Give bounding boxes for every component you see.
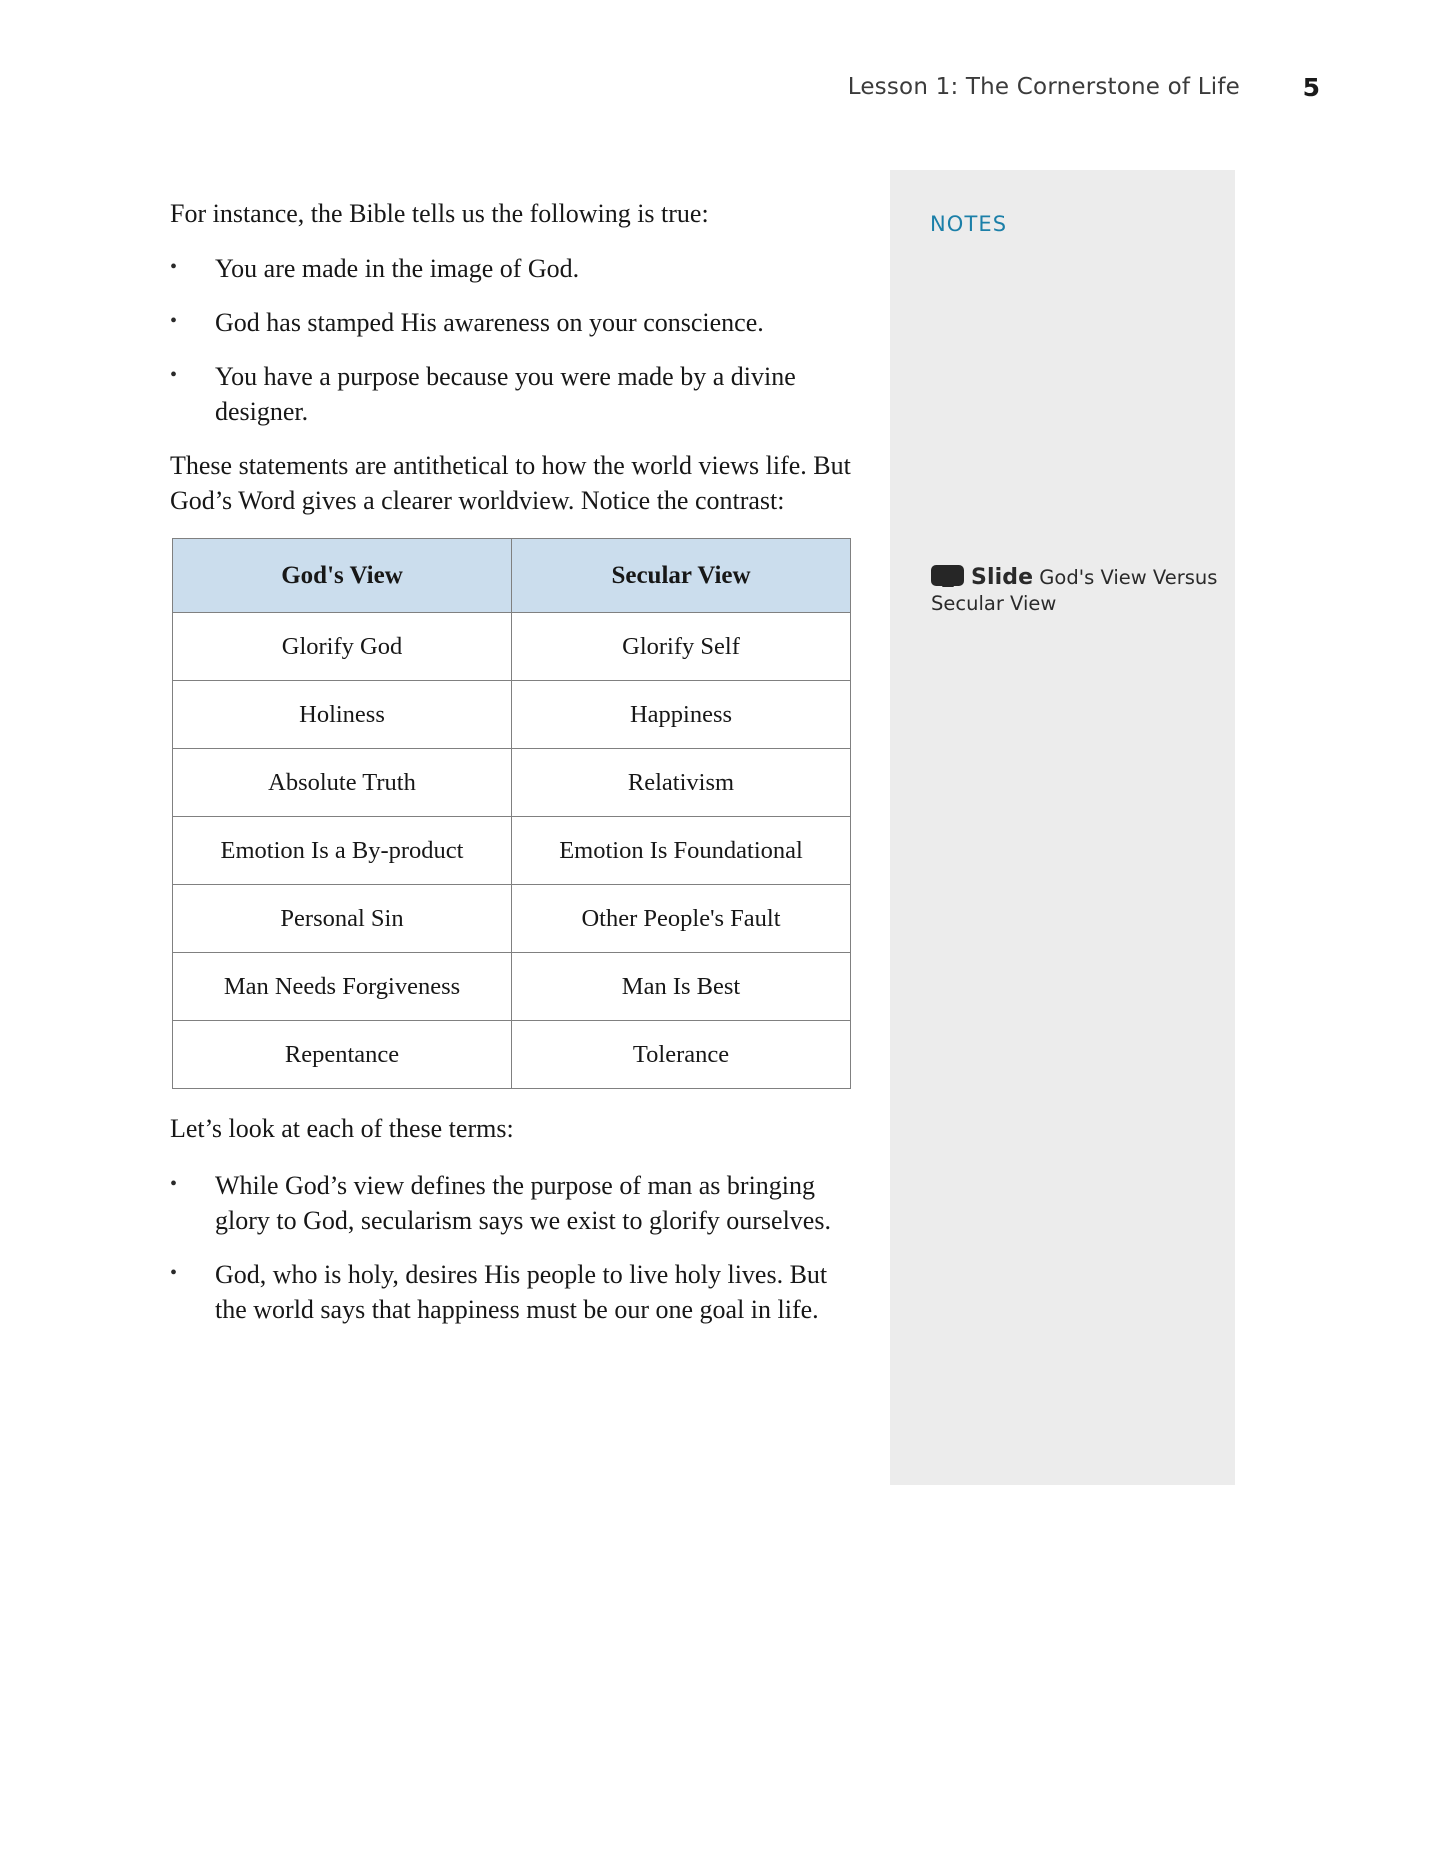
cell-gods-view: Absolute Truth <box>172 748 512 817</box>
page-header: Lesson 1: The Cornerstone of Life 5 <box>0 73 1450 114</box>
cell-gods-view: Man Needs Forgiveness <box>172 952 512 1021</box>
cell-gods-view: Holiness <box>172 680 512 749</box>
contrast-paragraph: These statements are antithetical to how… <box>170 451 851 515</box>
list-item: • While God’s view defines the purpose o… <box>170 1168 860 1238</box>
notes-sidebar: NOTES Slide God's View Versus Secular Vi… <box>890 170 1235 1485</box>
cell-gods-view: Glorify God <box>172 612 512 681</box>
cell-secular-view: Tolerance <box>511 1020 851 1089</box>
cell-secular-view: Other People's Fault <box>511 884 851 953</box>
bullet-glyph: • <box>170 310 178 332</box>
list-item-text: You are made in the image of God. <box>215 254 580 283</box>
cell-secular-view: Happiness <box>511 680 851 749</box>
table-header-row: God's View Secular View <box>172 538 851 613</box>
intro-paragraph: For instance, the Bible tells us the fol… <box>170 199 709 228</box>
worldview-comparison-table: God's View Secular View Glorify God Glor… <box>172 538 851 1089</box>
column-header-gods-view: God's View <box>172 538 512 613</box>
table-row: Emotion Is a By-product Emotion Is Found… <box>172 816 851 885</box>
page-number: 5 <box>1302 73 1320 102</box>
cell-secular-view: Relativism <box>511 748 851 817</box>
list-item-text: You have a purpose because you were made… <box>215 362 796 426</box>
column-header-secular-view: Secular View <box>511 538 851 613</box>
page-title: Lesson 1: The Cornerstone of Life <box>847 74 1240 100</box>
slide-projector-icon <box>931 565 964 589</box>
list-item: • God, who is holy, desires His people t… <box>170 1257 860 1327</box>
cell-secular-view: Emotion Is Foundational <box>511 816 851 885</box>
cell-gods-view: Emotion Is a By-product <box>172 816 512 885</box>
main-content: For instance, the Bible tells us the fol… <box>170 196 860 1346</box>
table-row: Repentance Tolerance <box>172 1020 851 1089</box>
cell-gods-view: Repentance <box>172 1020 512 1089</box>
list-item: • God has stamped His awareness on your … <box>170 305 860 340</box>
table-row: Man Needs Forgiveness Man Is Best <box>172 952 851 1021</box>
list-item: • You are made in the image of God. <box>170 251 860 286</box>
table-row: Holiness Happiness <box>172 680 851 749</box>
closing-bullet-list: • While God’s view defines the purpose o… <box>170 1168 860 1327</box>
cell-secular-view: Glorify Self <box>511 612 851 681</box>
cell-secular-view: Man Is Best <box>511 952 851 1021</box>
bullet-glyph: • <box>170 256 178 278</box>
list-item-text: God has stamped His awareness on your co… <box>215 308 764 337</box>
table-row: Personal Sin Other People's Fault <box>172 884 851 953</box>
table-header: God's View Secular View <box>172 538 851 613</box>
bullet-glyph: • <box>170 1173 178 1195</box>
bullet-glyph: • <box>170 364 178 386</box>
cell-gods-view: Personal Sin <box>172 884 512 953</box>
list-item-text: While God’s view defines the purpose of … <box>215 1171 831 1235</box>
list-item-text: God, who is holy, desires His people to … <box>215 1260 828 1324</box>
notes-heading: NOTES <box>930 212 1008 236</box>
table-row: Glorify God Glorify Self <box>172 612 851 681</box>
table-body: Glorify God Glorify Self Holiness Happin… <box>172 612 851 1089</box>
slide-label: Slide <box>971 565 1034 590</box>
table-row: Absolute Truth Relativism <box>172 748 851 817</box>
slide-stand-shape <box>942 577 954 587</box>
slide-reference: Slide God's View Versus Secular View <box>931 565 1221 617</box>
list-item: • You have a purpose because you were ma… <box>170 359 860 429</box>
bullet-glyph: • <box>170 1262 178 1284</box>
intro-bullet-list: • You are made in the image of God. • Go… <box>170 251 860 429</box>
terms-paragraph: Let’s look at each of these terms: <box>170 1114 514 1143</box>
